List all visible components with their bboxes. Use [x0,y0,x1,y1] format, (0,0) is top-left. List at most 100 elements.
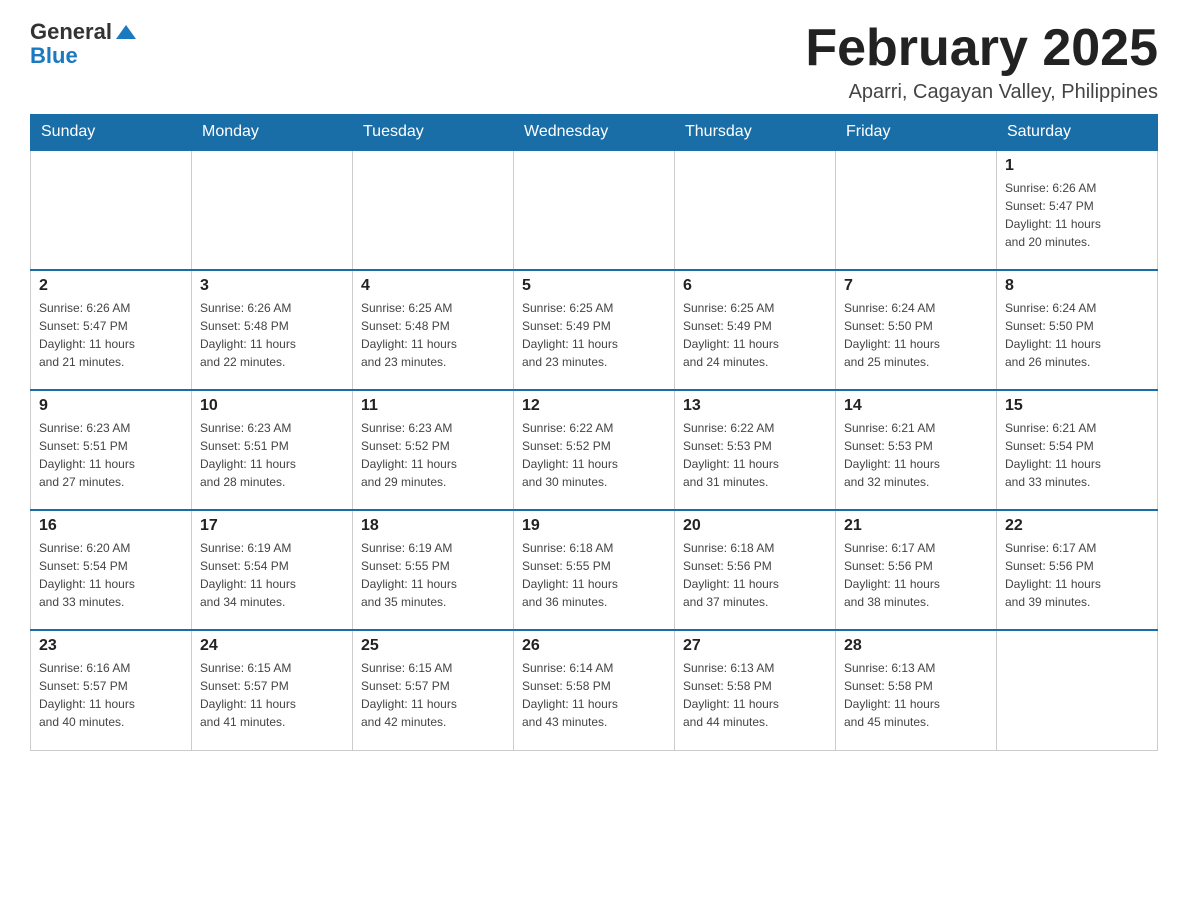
day-number: 26 [522,637,666,655]
title-block: February 2025 Aparri, Cagayan Valley, Ph… [805,20,1158,104]
calendar-cell: 26Sunrise: 6:14 AM Sunset: 5:58 PM Dayli… [514,630,675,750]
calendar-cell: 25 Sunrise: 6:15 AM Sunset: 5:57 PM Dayli… [353,630,514,750]
day-number: 11 [361,397,505,415]
calendar-cell [514,150,675,270]
day-number: 21 [844,517,988,535]
calendar-cell: 22 Sunrise: 6:17 AM Sunset: 5:56 PM Dayli… [997,510,1158,630]
day-info: Sunrise: 6:20 AM Sunset: 5:54 PM Dayligh… [39,539,183,611]
day-number: 10 [200,397,344,415]
column-header-saturday: Saturday [997,115,1158,151]
calendar-cell: 12 Sunrise: 6:22 AM Sunset: 5:52 PM Dayli… [514,390,675,510]
day-number: 2 [39,277,183,295]
day-info: Sunrise: 6:23 AM Sunset: 5:51 PM Dayligh… [39,419,183,491]
column-header-thursday: Thursday [675,115,836,151]
day-number: 13 [683,397,827,415]
day-number: 28 [844,637,988,655]
day-number: 9 [39,397,183,415]
day-info: Sunrise: 6:19 AM Sunset: 5:54 PM Dayligh… [200,539,344,611]
day-number: 12 [522,397,666,415]
logo-triangle-icon [116,25,136,39]
day-number: 14 [844,397,988,415]
calendar-cell: 3Sunrise: 6:26 AM Sunset: 5:48 PM Daylig… [192,270,353,390]
logo-general-text: General [30,20,112,44]
column-header-sunday: Sunday [31,115,192,151]
calendar-week-row: 1Sunrise: 6:26 AM Sunset: 5:47 PM Daylig… [31,150,1158,270]
calendar-cell: 15 Sunrise: 6:21 AM Sunset: 5:54 PM Dayli… [997,390,1158,510]
column-header-friday: Friday [836,115,997,151]
calendar-cell: 10 Sunrise: 6:23 AM Sunset: 5:51 PM Dayli… [192,390,353,510]
day-info: Sunrise: 6:24 AM Sunset: 5:50 PM Dayligh… [844,299,988,371]
calendar-cell: 23 Sunrise: 6:16 AM Sunset: 5:57 PM Dayli… [31,630,192,750]
calendar-cell [353,150,514,270]
day-info: Sunrise: 6:16 AM Sunset: 5:57 PM Dayligh… [39,659,183,731]
calendar-cell: 5 Sunrise: 6:25 AM Sunset: 5:49 PM Daylig… [514,270,675,390]
day-info: Sunrise: 6:25 AM Sunset: 5:48 PM Dayligh… [361,299,505,371]
day-number: 18 [361,517,505,535]
calendar-cell: 13 Sunrise: 6:22 AM Sunset: 5:53 PM Dayli… [675,390,836,510]
column-header-tuesday: Tuesday [353,115,514,151]
day-info: Sunrise: 6:25 AM Sunset: 5:49 PM Dayligh… [522,299,666,371]
calendar-table: SundayMondayTuesdayWednesdayThursdayFrid… [30,114,1158,751]
day-number: 5 [522,277,666,295]
month-title: February 2025 [805,20,1158,77]
column-header-monday: Monday [192,115,353,151]
calendar-cell: 18 Sunrise: 6:19 AM Sunset: 5:55 PM Dayli… [353,510,514,630]
calendar-cell: 19 Sunrise: 6:18 AM Sunset: 5:55 PM Dayli… [514,510,675,630]
calendar-cell [675,150,836,270]
day-number: 17 [200,517,344,535]
calendar-cell: 11 Sunrise: 6:23 AM Sunset: 5:52 PM Dayli… [353,390,514,510]
calendar-cell: 9 Sunrise: 6:23 AM Sunset: 5:51 PM Daylig… [31,390,192,510]
calendar-cell: 1Sunrise: 6:26 AM Sunset: 5:47 PM Daylig… [997,150,1158,270]
day-info: Sunrise: 6:21 AM Sunset: 5:54 PM Dayligh… [1005,419,1149,491]
calendar-cell: 27Sunrise: 6:13 AM Sunset: 5:58 PM Dayli… [675,630,836,750]
day-number: 19 [522,517,666,535]
day-info: Sunrise: 6:15 AM Sunset: 5:57 PM Dayligh… [361,659,505,731]
day-number: 22 [1005,517,1149,535]
day-info: Sunrise: 6:13 AM Sunset: 5:58 PM Dayligh… [844,659,988,731]
day-number: 27 [683,637,827,655]
calendar-cell [836,150,997,270]
calendar-cell: 7 Sunrise: 6:24 AM Sunset: 5:50 PM Daylig… [836,270,997,390]
calendar-header-row: SundayMondayTuesdayWednesdayThursdayFrid… [31,115,1158,151]
location-title: Aparri, Cagayan Valley, Philippines [805,81,1158,104]
day-number: 1 [1005,157,1149,175]
day-info: Sunrise: 6:17 AM Sunset: 5:56 PM Dayligh… [844,539,988,611]
calendar-cell: 20 Sunrise: 6:18 AM Sunset: 5:56 PM Dayli… [675,510,836,630]
calendar-cell: 16 Sunrise: 6:20 AM Sunset: 5:54 PM Dayli… [31,510,192,630]
day-number: 15 [1005,397,1149,415]
day-info: Sunrise: 6:23 AM Sunset: 5:51 PM Dayligh… [200,419,344,491]
logo: General Blue [30,20,136,68]
calendar-week-row: 16 Sunrise: 6:20 AM Sunset: 5:54 PM Dayli… [31,510,1158,630]
day-number: 20 [683,517,827,535]
page-header: General Blue February 2025 Aparri, Cagay… [30,20,1158,104]
calendar-week-row: 9 Sunrise: 6:23 AM Sunset: 5:51 PM Daylig… [31,390,1158,510]
calendar-cell: 6 Sunrise: 6:25 AM Sunset: 5:49 PM Daylig… [675,270,836,390]
day-info: Sunrise: 6:19 AM Sunset: 5:55 PM Dayligh… [361,539,505,611]
day-number: 24 [200,637,344,655]
day-info: Sunrise: 6:15 AM Sunset: 5:57 PM Dayligh… [200,659,344,731]
calendar-cell [997,630,1158,750]
day-number: 16 [39,517,183,535]
calendar-week-row: 2 Sunrise: 6:26 AM Sunset: 5:47 PM Daylig… [31,270,1158,390]
day-info: Sunrise: 6:22 AM Sunset: 5:53 PM Dayligh… [683,419,827,491]
day-number: 4 [361,277,505,295]
day-info: Sunrise: 6:18 AM Sunset: 5:55 PM Dayligh… [522,539,666,611]
calendar-cell [31,150,192,270]
calendar-cell: 17 Sunrise: 6:19 AM Sunset: 5:54 PM Dayli… [192,510,353,630]
day-number: 23 [39,637,183,655]
calendar-cell: 24 Sunrise: 6:15 AM Sunset: 5:57 PM Dayli… [192,630,353,750]
day-number: 6 [683,277,827,295]
column-header-wednesday: Wednesday [514,115,675,151]
day-info: Sunrise: 6:25 AM Sunset: 5:49 PM Dayligh… [683,299,827,371]
day-number: 7 [844,277,988,295]
calendar-cell [192,150,353,270]
day-number: 8 [1005,277,1149,295]
logo-blue-text: Blue [30,44,136,68]
day-info: Sunrise: 6:22 AM Sunset: 5:52 PM Dayligh… [522,419,666,491]
day-info: Sunrise: 6:17 AM Sunset: 5:56 PM Dayligh… [1005,539,1149,611]
calendar-cell: 28 Sunrise: 6:13 AM Sunset: 5:58 PM Dayli… [836,630,997,750]
day-info: Sunrise: 6:18 AM Sunset: 5:56 PM Dayligh… [683,539,827,611]
day-number: 25 [361,637,505,655]
day-info: Sunrise: 6:23 AM Sunset: 5:52 PM Dayligh… [361,419,505,491]
day-info: Sunrise: 6:26 AM Sunset: 5:47 PM Dayligh… [39,299,183,371]
